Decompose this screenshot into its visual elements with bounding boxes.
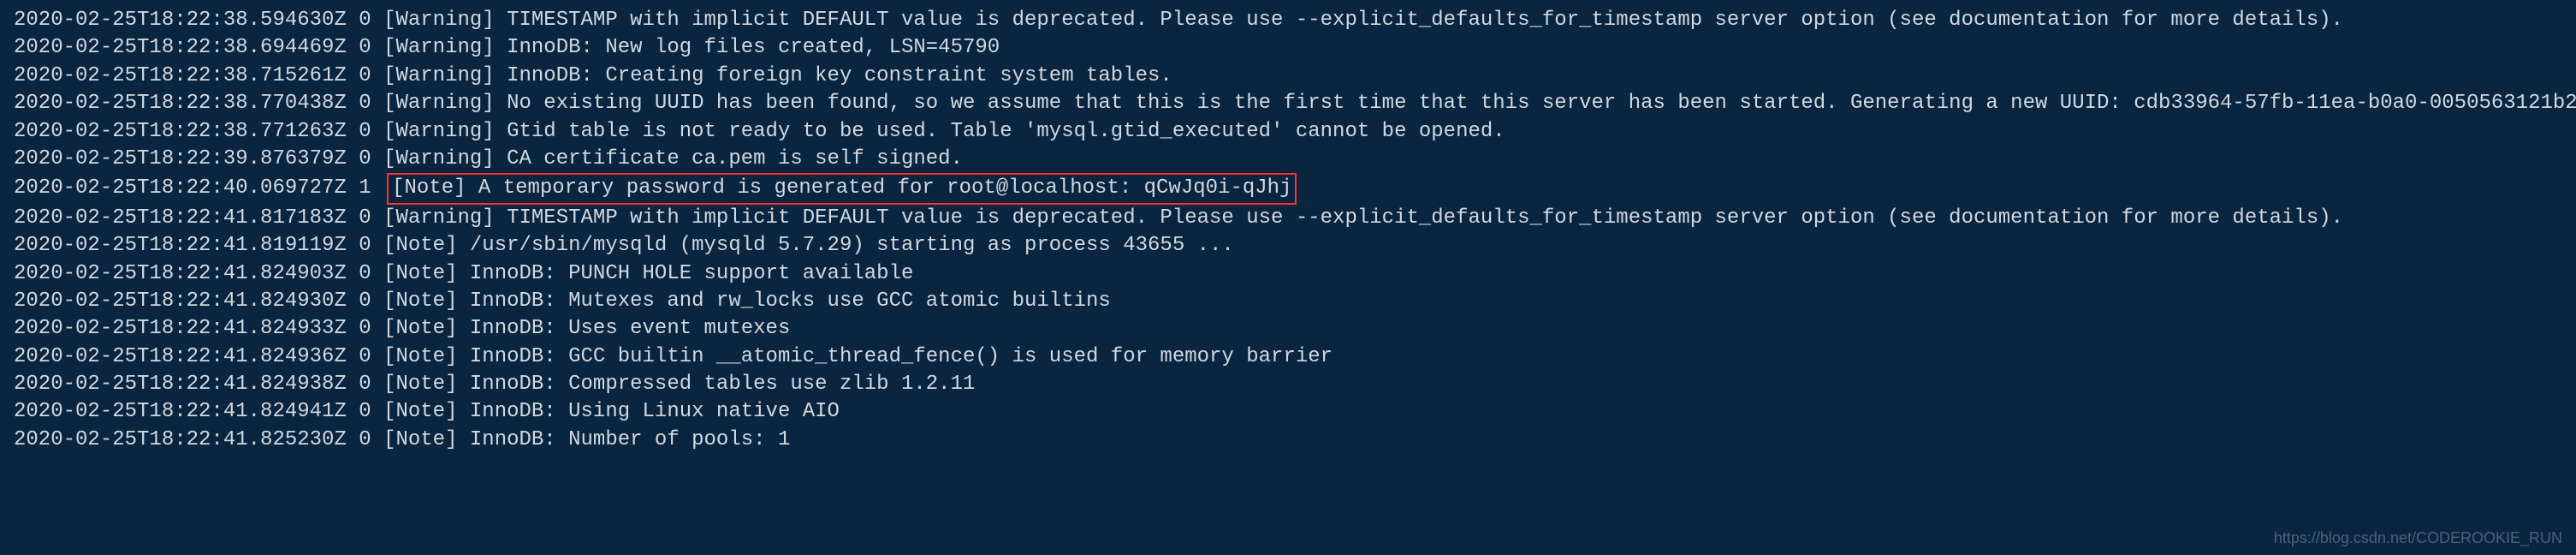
watermark-text: https://blog.csdn.net/CODEROOKIE_RUN [2274, 528, 2562, 548]
log-line: 2020-02-25T18:22:38.594630Z 0 [Warning] … [14, 7, 2562, 34]
log-line: 2020-02-25T18:22:41.824941Z 0 [Note] Inn… [14, 398, 2562, 426]
log-line: 2020-02-25T18:22:38.715261Z 0 [Warning] … [14, 63, 2562, 90]
log-line: 2020-02-25T18:22:41.824938Z 0 [Note] Inn… [14, 371, 2562, 398]
log-text: 2020-02-25T18:22:41.824903Z 0 [Note] Inn… [14, 260, 913, 288]
log-text: 2020-02-25T18:22:41.824933Z 0 [Note] Inn… [14, 315, 790, 343]
terminal-output[interactable]: 2020-02-25T18:22:38.594630Z 0 [Warning] … [14, 7, 2562, 454]
log-text: 2020-02-25T18:22:41.824938Z 0 [Note] Inn… [14, 371, 975, 398]
log-line: 2020-02-25T18:22:41.824936Z 0 [Note] Inn… [14, 343, 2562, 371]
log-line: 2020-02-25T18:22:41.824930Z 0 [Note] Inn… [14, 288, 2562, 315]
log-text: 2020-02-25T18:22:41.825230Z 0 [Note] Inn… [14, 427, 790, 454]
log-line: 2020-02-25T18:22:41.817183Z 0 [Warning] … [14, 205, 2562, 232]
log-text: 2020-02-25T18:22:39.876379Z 0 [Warning] … [14, 146, 963, 173]
log-line: 2020-02-25T18:22:39.876379Z 0 [Warning] … [14, 146, 2562, 173]
log-text: 2020-02-25T18:22:38.694469Z 0 [Warning] … [14, 34, 1000, 62]
log-line: 2020-02-25T18:22:41.824903Z 0 [Note] Inn… [14, 260, 2562, 288]
log-line: 2020-02-25T18:22:41.824933Z 0 [Note] Inn… [14, 315, 2562, 343]
log-text: 2020-02-25T18:22:38.771263Z 0 [Warning] … [14, 118, 1505, 146]
log-line: 2020-02-25T18:22:38.771263Z 0 [Warning] … [14, 118, 2562, 146]
log-line: 2020-02-25T18:22:38.770438Z 0 [Warning] … [14, 90, 2562, 117]
log-prefix: 2020-02-25T18:22:40.069727Z 1 [14, 175, 383, 202]
log-text: 2020-02-25T18:22:38.715261Z 0 [Warning] … [14, 63, 1172, 90]
highlighted-password-line: [Note] A temporary password is generated… [387, 173, 1297, 204]
log-line: 2020-02-25T18:22:38.694469Z 0 [Warning] … [14, 34, 2562, 62]
log-line: 2020-02-25T18:22:41.819119Z 0 [Note] /us… [14, 232, 2562, 260]
log-text: 2020-02-25T18:22:41.819119Z 0 [Note] /us… [14, 232, 1234, 260]
log-text: 2020-02-25T18:22:41.824941Z 0 [Note] Inn… [14, 398, 840, 426]
log-text: 2020-02-25T18:22:41.824930Z 0 [Note] Inn… [14, 288, 1111, 315]
log-line: 2020-02-25T18:22:41.825230Z 0 [Note] Inn… [14, 427, 2562, 454]
log-text: 2020-02-25T18:22:38.770438Z 0 [Warning] … [14, 90, 2576, 117]
log-text: 2020-02-25T18:22:38.594630Z 0 [Warning] … [14, 7, 2343, 34]
log-line: 2020-02-25T18:22:40.069727Z 1 [Note] A t… [14, 173, 2562, 204]
log-text: 2020-02-25T18:22:41.817183Z 0 [Warning] … [14, 205, 2343, 232]
log-text: 2020-02-25T18:22:41.824936Z 0 [Note] Inn… [14, 343, 1333, 371]
